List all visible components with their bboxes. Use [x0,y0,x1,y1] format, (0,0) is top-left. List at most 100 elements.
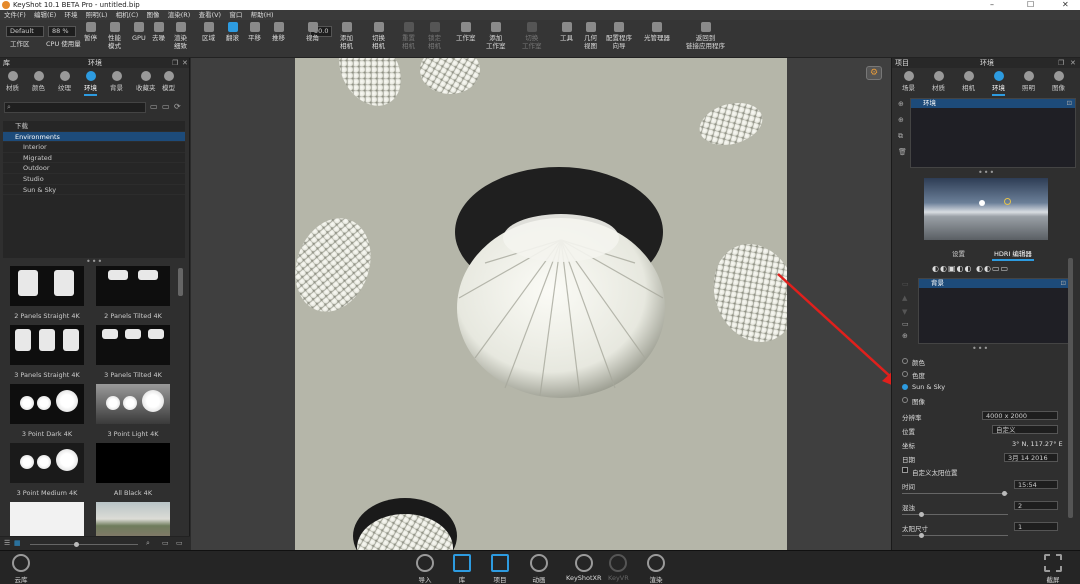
menu-window[interactable]: 窗口 [229,11,242,19]
delete-icon[interactable]: 🗑 [898,148,907,156]
time-slider[interactable] [902,493,1008,494]
thumbnail-3-panels-tilted[interactable] [96,325,170,365]
tab-2[interactable]: 纹理 [58,71,71,92]
menu-view[interactable]: 查看(V) [199,11,222,19]
subtab-hdri-editor[interactable]: HDRI 编辑器 [992,248,1034,261]
thumbnail-3-panels-straight[interactable] [10,325,84,365]
lock-icon[interactable]: ⊡ [1061,279,1066,288]
menu-file[interactable]: 文件(F) [4,11,26,19]
folder-open-icon[interactable]: ▭ [162,539,169,547]
toolbar-item-10[interactable]: 推移 [272,22,285,42]
screenshot-button[interactable]: 截屏 [1044,554,1062,584]
tree-item[interactable]: Environments [3,131,185,143]
tree-item[interactable]: Migrated [3,153,185,164]
minimize-button[interactable]: – [990,0,994,10]
list-view-icon[interactable]: ☰ [4,539,10,547]
menu-help[interactable]: 帮助(H) [251,11,274,19]
background-radio-1[interactable] [902,371,908,377]
tab-3[interactable]: 环境 [84,71,97,96]
toolbar-item-18[interactable]: 切换 工作室 [522,22,542,50]
toolbar-item-11[interactable]: 视角 [306,22,319,42]
bottom-item-4[interactable]: KeyShotXR [566,554,602,582]
tree-item[interactable]: Sun & Sky [3,185,185,196]
toolbar-item-7[interactable]: 区域 [202,22,215,42]
tab-0[interactable]: 场景 [902,71,915,92]
toolbar-item-3[interactable]: 性能 模式 [108,22,121,50]
time-slider-knob[interactable] [1002,491,1007,496]
layer-folder-icon[interactable]: ▭ [902,320,909,328]
sun-handle[interactable] [1004,198,1011,205]
toolbar-item-2[interactable]: 暂停 [84,22,97,42]
thumb-size-knob[interactable] [74,542,79,547]
tab-5[interactable]: 收藏夹 [136,71,156,92]
toolbar-item-19[interactable]: 工具 [560,22,573,42]
thumbnail-all-black[interactable] [96,443,170,483]
toolbar-item-15[interactable]: 锁定 相机 [428,22,441,50]
background-radio-3[interactable] [902,397,908,403]
hdri-preview[interactable] [924,178,1048,240]
viewport-settings-icon[interactable]: ⚙ [866,66,882,80]
splitter-handle[interactable]: ••• [972,344,989,353]
sun-size-slider-knob[interactable] [919,533,924,538]
toolbar-item-8[interactable]: 翻滚 [226,22,239,42]
close-panel-icon[interactable]: ✕ [1070,58,1076,68]
toolbar-item-14[interactable]: 重置 相机 [402,22,415,50]
thumbnail-outdoor[interactable] [96,502,170,536]
thumbnail-3-point-light[interactable] [96,384,170,424]
splitter-handle[interactable]: ••• [978,168,995,177]
resolution-select[interactable]: 4000 x 2000 [982,411,1058,420]
bottom-item-5[interactable]: KeyVR [608,554,629,582]
background-radio-0[interactable] [902,358,908,364]
tree-item[interactable]: 下载 [3,121,185,132]
maximize-button[interactable]: ☐ [1027,0,1034,10]
menu-lighting[interactable]: 照明(L) [86,11,108,19]
menu-edit[interactable]: 编辑(E) [34,11,56,19]
toolbar-item-22[interactable]: 光管理器 [644,22,670,42]
toolbar-item-6[interactable]: 渲染 细致 [174,22,187,50]
toolbar-item-12[interactable]: 添加 相机 [340,22,353,50]
tab-3[interactable]: 环境 [992,71,1005,96]
environment-list-item[interactable]: 环境 ⊡ [911,99,1075,108]
refresh-icon[interactable]: ⟳ [174,102,181,111]
menu-environment[interactable]: 环境 [64,11,77,19]
toolbar-item-20[interactable]: 几何 视图 [584,22,597,50]
turbidity-slider[interactable] [902,514,1008,515]
close-panel-icon[interactable]: ✕ [182,58,188,68]
thumbnail-3-point-dark[interactable] [10,384,84,424]
time-input[interactable]: 15:54 [1014,480,1058,489]
turbidity-input[interactable]: 2 [1014,501,1058,510]
thumb-size-slider[interactable] [30,544,138,545]
tab-6[interactable]: 模型 [162,71,175,92]
grid-view-icon[interactable]: ▦ [14,539,21,547]
duplicate-icon[interactable]: ⊕ [898,116,904,124]
cloud-library-button[interactable]: 云库 [12,554,30,584]
add-layer-icon[interactable]: ▭ [902,280,909,288]
project-scrollbar[interactable] [1068,258,1073,518]
menu-camera[interactable]: 相机(C) [116,11,139,19]
menu-image[interactable]: 图像 [147,11,160,19]
render-image[interactable] [295,34,797,582]
hdri-tool-icons[interactable]: ◐◐▣◐◐ ◐◐▭▭ [932,264,1009,273]
cpu-usage-select[interactable]: 88 % [48,26,76,37]
thumbnail-2-panels-straight[interactable] [10,266,84,306]
bottom-item-2[interactable]: 项目 [491,554,509,584]
library-scrollbar[interactable] [178,268,183,296]
toolbar-item-4[interactable]: GPU [132,22,146,42]
toolbar-item-17[interactable]: 添加 工作室 [486,22,506,50]
tab-0[interactable]: 材质 [6,71,19,92]
undock-icon[interactable]: ❐ [172,58,178,68]
sun-size-input[interactable]: 1 [1014,522,1058,531]
move-down-icon[interactable]: ▼ [902,308,907,316]
tree-item[interactable]: Outdoor [3,163,185,174]
toolbar-item-0[interactable]: 工作区 [10,40,30,48]
toolbar-item-9[interactable]: 平移 [248,22,261,42]
sun-size-slider[interactable] [902,535,1008,536]
toolbar-item-23[interactable]: 返回到 链接应用程序 [686,22,725,50]
close-button[interactable]: ✕ [1062,0,1069,10]
upload-icon[interactable]: ▭ [162,102,170,111]
tab-4[interactable]: 照明 [1022,71,1035,92]
bottom-item-6[interactable]: 渲染 [647,554,665,584]
folder-icon[interactable]: ▭ [150,102,158,111]
workspace-select[interactable]: Default [6,26,44,37]
background-radio-2[interactable] [902,384,908,390]
